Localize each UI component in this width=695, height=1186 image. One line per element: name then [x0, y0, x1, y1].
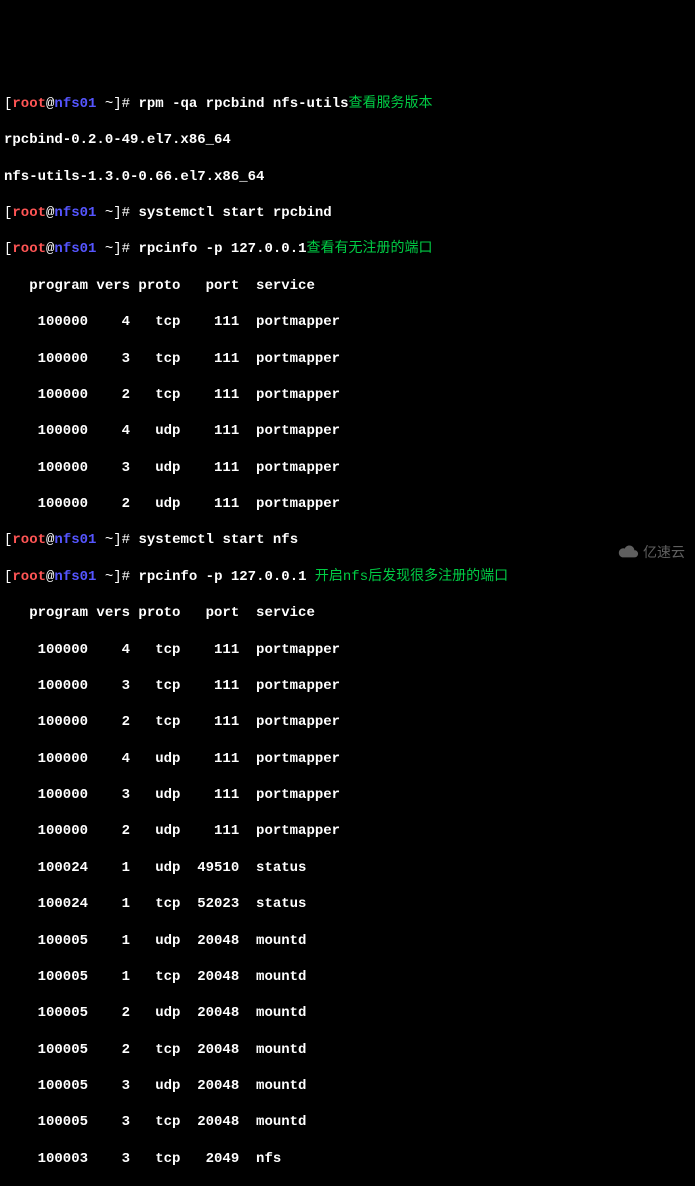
table-row: 100024 1 tcp 52023 status — [4, 895, 691, 913]
table-row: 100000 3 udp 111 portmapper — [4, 786, 691, 804]
table-row: 100005 2 udp 20048 mountd — [4, 1004, 691, 1022]
command-start-nfs: systemctl start nfs — [138, 532, 298, 548]
rpm-output-1: rpcbind-0.2.0-49.el7.x86_64 — [4, 131, 691, 149]
terminal-output: [root@nfs01 ~]# rpm -qa rpcbind nfs-util… — [4, 77, 691, 1186]
prompt-line-3[interactable]: [root@nfs01 ~]# rpcinfo -p 127.0.0.1查看有无… — [4, 240, 691, 258]
table-row: 100005 3 udp 20048 mountd — [4, 1077, 691, 1095]
table-row: 100000 3 tcp 111 portmapper — [4, 677, 691, 695]
bracket-close: ]# — [113, 96, 130, 112]
annotation-version: 查看服务版本 — [349, 96, 433, 112]
hostname: nfs01 — [54, 96, 96, 112]
table-row: 100005 3 tcp 20048 mountd — [4, 1113, 691, 1131]
rpm-output-2: nfs-utils-1.3.0-0.66.el7.x86_64 — [4, 168, 691, 186]
command-start-rpcbind: systemctl start rpcbind — [138, 205, 331, 221]
table-row: 100000 4 tcp 111 portmapper — [4, 313, 691, 331]
cloud-icon — [583, 524, 639, 583]
table-row: 100000 3 tcp 111 portmapper — [4, 350, 691, 368]
command-rpcinfo-1: rpcinfo -p 127.0.0.1 — [138, 241, 306, 257]
rpcinfo-header-2: program vers proto port service — [4, 604, 691, 622]
table-row: 100000 4 udp 111 portmapper — [4, 750, 691, 768]
table-row: 100000 4 tcp 111 portmapper — [4, 641, 691, 659]
rpcinfo-header-1: program vers proto port service — [4, 277, 691, 295]
command-rpm: rpm -qa rpcbind nfs-utils — [138, 96, 348, 112]
watermark: 亿速云 — [583, 524, 685, 583]
table-row: 100000 2 tcp 111 portmapper — [4, 386, 691, 404]
table-row: 100000 2 udp 111 portmapper — [4, 495, 691, 513]
table-row: 100005 2 tcp 20048 mountd — [4, 1041, 691, 1059]
table-row: 100000 4 udp 111 portmapper — [4, 422, 691, 440]
table-row: 100000 2 tcp 111 portmapper — [4, 713, 691, 731]
watermark-text: 亿速云 — [643, 545, 685, 563]
table-row: 100003 3 tcp 2049 nfs — [4, 1150, 691, 1168]
prompt-line-2[interactable]: [root@nfs01 ~]# systemctl start rpcbind — [4, 204, 691, 222]
table-row: 100000 3 udp 111 portmapper — [4, 459, 691, 477]
user: root — [12, 96, 46, 112]
table-row: 100000 2 udp 111 portmapper — [4, 822, 691, 840]
table-row: 100005 1 udp 20048 mountd — [4, 932, 691, 950]
annotation-after-nfs: 开启nfs后发现很多注册的端口 — [315, 569, 508, 585]
command-rpcinfo-2: rpcinfo -p 127.0.0.1 — [138, 569, 306, 585]
annotation-ports: 查看有无注册的端口 — [307, 241, 433, 257]
table-row: 100024 1 udp 49510 status — [4, 859, 691, 877]
prompt-line-1[interactable]: [root@nfs01 ~]# rpm -qa rpcbind nfs-util… — [4, 95, 691, 113]
table-row: 100005 1 tcp 20048 mountd — [4, 968, 691, 986]
path: ~ — [96, 96, 113, 112]
